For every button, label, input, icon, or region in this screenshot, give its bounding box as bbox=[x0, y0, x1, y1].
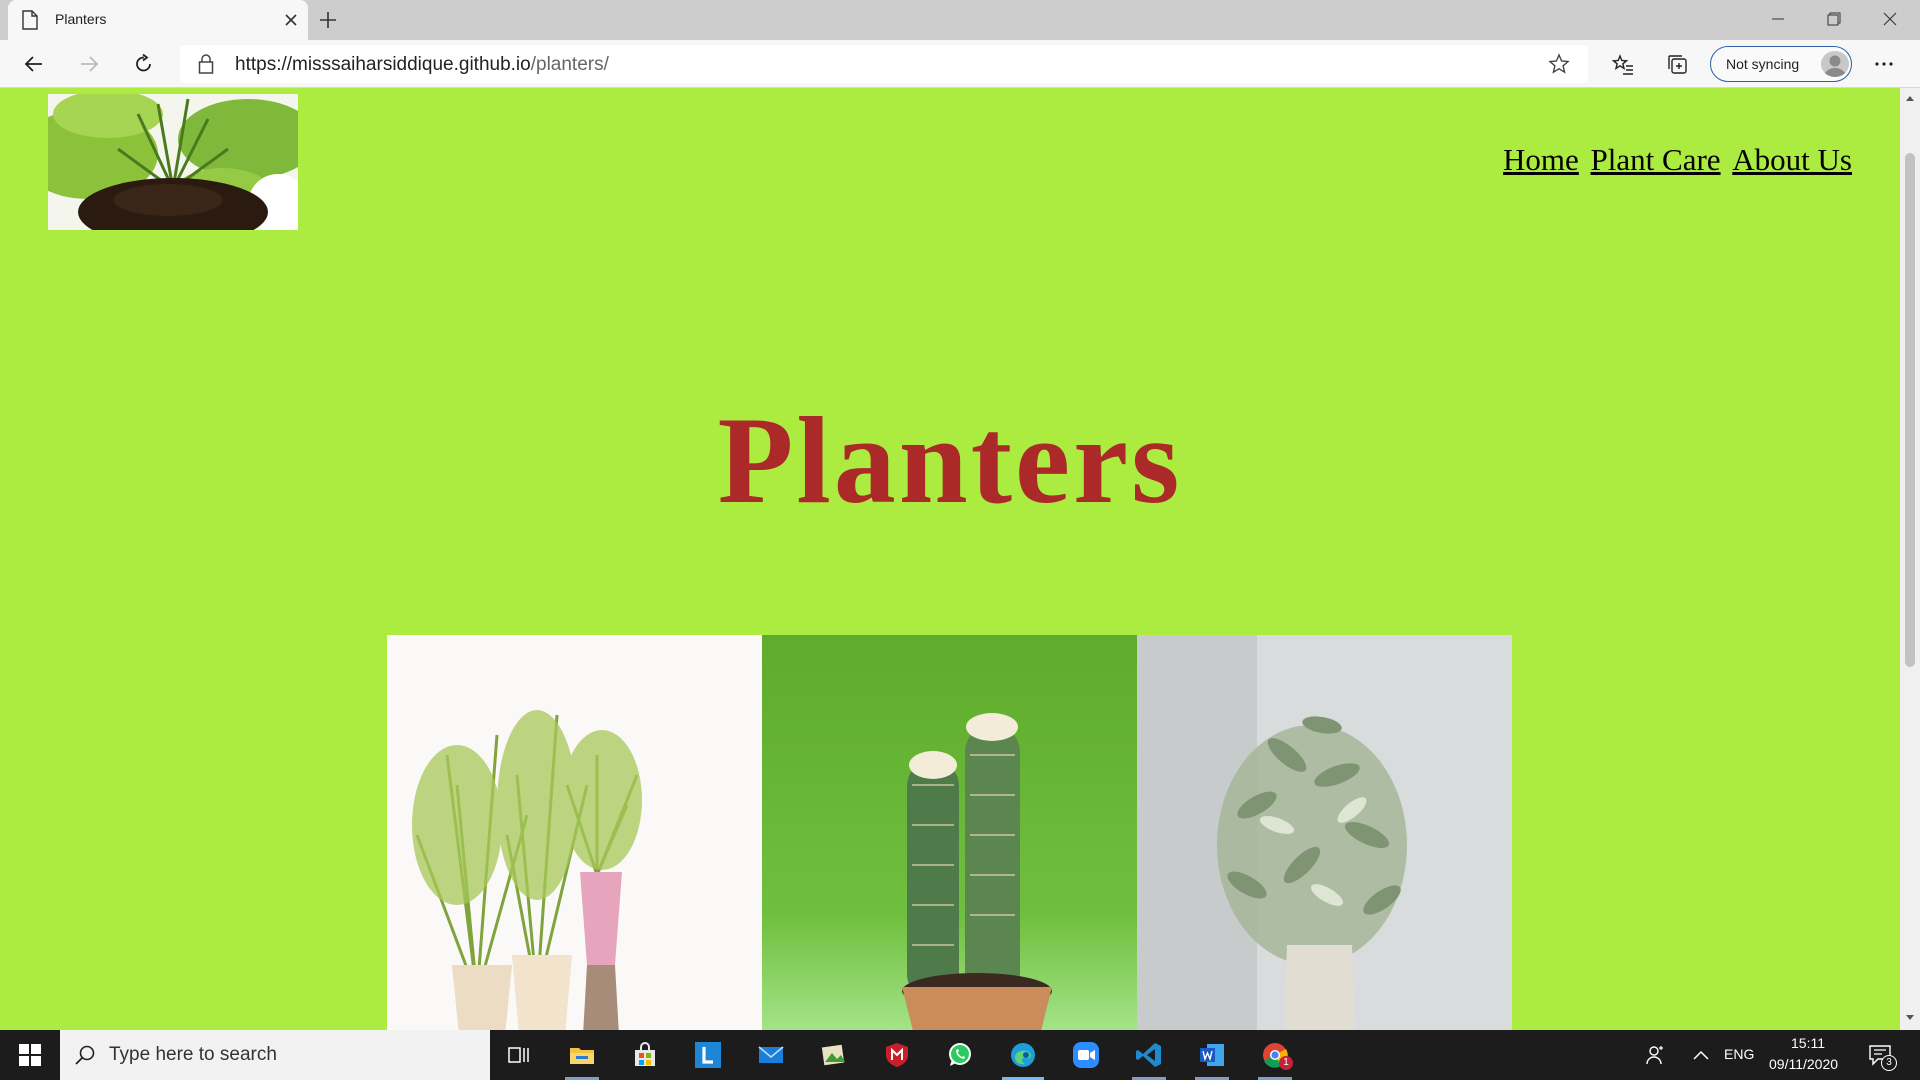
plant-gallery bbox=[387, 635, 1513, 1030]
nav-link-about-us[interactable]: About Us bbox=[1732, 142, 1852, 177]
favorites-list-icon bbox=[1612, 54, 1633, 75]
restore-button[interactable] bbox=[1806, 0, 1862, 38]
refresh-icon bbox=[136, 54, 151, 72]
favorites-button[interactable] bbox=[1606, 48, 1638, 80]
mcafee-app[interactable] bbox=[868, 1030, 926, 1080]
chrome-app[interactable]: 1 bbox=[1246, 1030, 1304, 1080]
task-view-button[interactable] bbox=[490, 1030, 548, 1080]
file-explorer-app[interactable] bbox=[553, 1030, 611, 1080]
input-language[interactable]: ENG bbox=[1724, 1046, 1754, 1062]
page-viewport: Home Plant Care About Us Planters bbox=[0, 88, 1900, 1030]
site-nav: Home Plant Care About Us bbox=[1499, 142, 1852, 178]
search-placeholder: Type here to search bbox=[109, 1044, 277, 1065]
arrow-right-icon bbox=[81, 56, 99, 72]
microsoft-store-app[interactable] bbox=[616, 1030, 674, 1080]
photos-icon bbox=[821, 1044, 845, 1066]
minimize-button[interactable] bbox=[1750, 0, 1806, 38]
url-host: https://misssaiharsiddique.github.io bbox=[235, 54, 531, 75]
photos-app[interactable] bbox=[805, 1030, 863, 1080]
search-icon bbox=[75, 1045, 95, 1065]
show-hidden-icons-chevron-icon[interactable] bbox=[1692, 1049, 1710, 1061]
close-tab-icon[interactable] bbox=[280, 9, 302, 31]
close-window-button[interactable] bbox=[1862, 0, 1918, 38]
whatsapp-app[interactable] bbox=[931, 1030, 989, 1080]
l-app-icon bbox=[695, 1042, 721, 1068]
windows-logo-icon bbox=[19, 1044, 41, 1066]
browser-toolbar: https://misssaiharsiddique.github.io/pla… bbox=[0, 40, 1920, 88]
logo-plant-image[interactable] bbox=[48, 94, 298, 230]
page-title: Planters bbox=[717, 392, 1183, 529]
edge-browser-icon bbox=[1011, 1043, 1035, 1067]
profile-sync-button[interactable]: Not syncing bbox=[1710, 46, 1852, 82]
lock-icon bbox=[198, 54, 214, 74]
tab-title: Planters bbox=[55, 11, 107, 27]
nav-link-home[interactable]: Home bbox=[1503, 142, 1579, 177]
gallery-image-cactus[interactable] bbox=[762, 635, 1137, 1030]
favorite-star-icon[interactable] bbox=[1548, 53, 1570, 75]
folder-icon bbox=[570, 1048, 594, 1064]
app-l[interactable] bbox=[679, 1030, 737, 1080]
clock-time[interactable]: 15:11 bbox=[1791, 1035, 1825, 1051]
shield-icon bbox=[886, 1043, 908, 1067]
vscode-app[interactable] bbox=[1120, 1030, 1178, 1080]
url-text: https://misssaiharsiddique.github.io/pla… bbox=[235, 54, 609, 76]
new-tab-icon[interactable] bbox=[316, 8, 340, 32]
olive-plant-in-vase-image bbox=[1137, 635, 1512, 1030]
gallery-image-palms[interactable] bbox=[387, 635, 762, 1030]
settings-menu-button[interactable] bbox=[1868, 48, 1900, 80]
arrow-left-icon bbox=[24, 56, 42, 72]
video-camera-icon bbox=[1073, 1042, 1099, 1068]
user-avatar-icon bbox=[1824, 55, 1846, 77]
close-icon bbox=[1883, 12, 1897, 26]
edge-app[interactable] bbox=[994, 1030, 1052, 1080]
document-icon bbox=[22, 10, 38, 30]
address-bar[interactable]: https://misssaiharsiddique.github.io/pla… bbox=[180, 45, 1588, 83]
taskbar-search[interactable]: Type here to search bbox=[60, 1030, 490, 1080]
avatar bbox=[1821, 51, 1849, 77]
minimize-icon bbox=[1772, 18, 1784, 20]
collections-button[interactable] bbox=[1661, 48, 1693, 80]
back-button[interactable] bbox=[18, 48, 50, 80]
sync-status-label: Not syncing bbox=[1726, 56, 1800, 72]
word-app[interactable] bbox=[1183, 1030, 1241, 1080]
notification-count-badge: 3 bbox=[1881, 1055, 1897, 1071]
page-scrollbar[interactable] bbox=[1900, 88, 1920, 1030]
url-path: /planters/ bbox=[530, 54, 609, 75]
restore-icon bbox=[1827, 12, 1841, 26]
plant-logo-icon bbox=[48, 94, 298, 230]
gallery-image-olive[interactable] bbox=[1137, 635, 1512, 1030]
clock-date[interactable]: 09/11/2020 bbox=[1769, 1056, 1838, 1072]
nav-link-plant-care[interactable]: Plant Care bbox=[1591, 142, 1721, 177]
more-options-icon bbox=[1875, 62, 1893, 66]
app-notification-badge: 1 bbox=[1279, 1056, 1293, 1070]
browser-tab[interactable]: Planters bbox=[8, 0, 308, 40]
task-view-icon bbox=[508, 1047, 529, 1063]
store-bag-icon bbox=[635, 1042, 655, 1066]
forward-button[interactable] bbox=[73, 48, 105, 80]
word-document-icon bbox=[1200, 1044, 1224, 1066]
palms-in-pots-image bbox=[387, 635, 762, 1030]
scroll-up-arrow-icon[interactable] bbox=[1905, 94, 1915, 102]
mail-icon bbox=[758, 1046, 784, 1063]
people-icon[interactable] bbox=[1645, 1044, 1667, 1066]
code-editor-icon bbox=[1136, 1043, 1161, 1067]
scrollbar-thumb[interactable] bbox=[1905, 153, 1915, 667]
mail-app[interactable] bbox=[742, 1030, 800, 1080]
windows-taskbar: Type here to search 1 ENG 15:11 09/11/20… bbox=[0, 1030, 1920, 1080]
scroll-down-arrow-icon[interactable] bbox=[1905, 1014, 1915, 1022]
refresh-button[interactable] bbox=[128, 48, 160, 80]
collections-icon bbox=[1668, 55, 1687, 74]
start-button[interactable] bbox=[0, 1030, 60, 1080]
zoom-app[interactable] bbox=[1057, 1030, 1115, 1080]
cactus-in-pot-image bbox=[762, 635, 1137, 1030]
whatsapp-icon bbox=[949, 1043, 971, 1066]
browser-titlebar: Planters bbox=[0, 0, 1920, 40]
